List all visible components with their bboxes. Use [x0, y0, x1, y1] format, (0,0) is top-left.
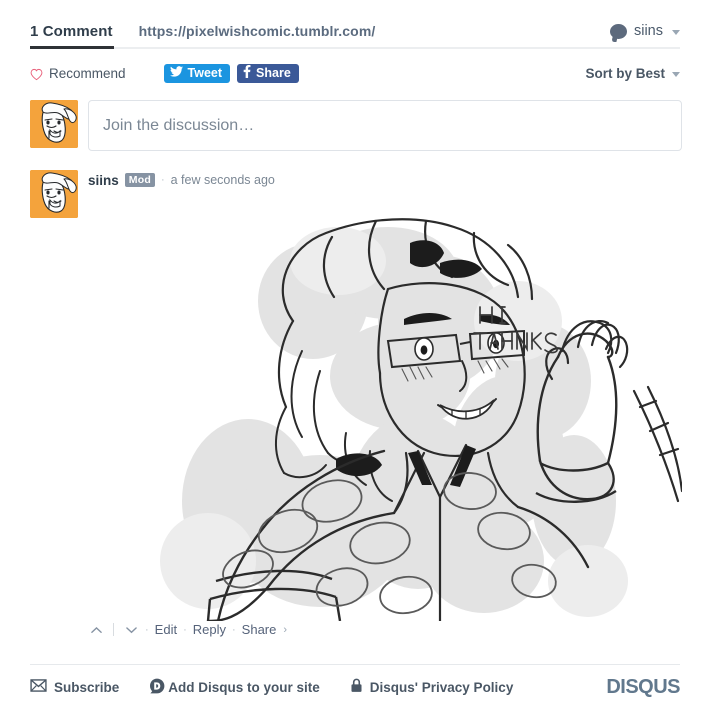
footer-divider — [30, 664, 680, 665]
comment-input-placeholder: Join the discussion… — [103, 116, 255, 134]
disqus-d-icon — [149, 678, 165, 697]
widget-toolbar: Recommend Tweet Share Sort by Best — [30, 60, 680, 86]
action-separator: · — [232, 623, 236, 636]
thread-url-link[interactable]: https://pixelwishcomic.tumblr.com/ — [139, 23, 376, 39]
disqus-logo[interactable]: DISQUS — [606, 676, 680, 699]
account-username: siins — [633, 23, 663, 39]
widget-header: 1 Comment https://pixelwishcomic.tumblr.… — [30, 14, 680, 48]
chevron-down-icon — [672, 29, 680, 35]
padlock-icon — [350, 678, 363, 696]
comment-count-label: 1 Comment — [30, 22, 113, 40]
upvote-button[interactable] — [88, 623, 104, 637]
edit-button[interactable]: Edit — [155, 622, 177, 637]
user-avatar-cartoon — [30, 170, 78, 218]
comment-input[interactable]: Join the discussion… — [88, 100, 682, 151]
vote-divider — [113, 623, 114, 636]
chevron-down-icon — [672, 71, 680, 77]
add-disqus-label: Add Disqus to your site — [168, 679, 320, 695]
privacy-policy-label: Disqus' Privacy Policy — [369, 679, 514, 695]
envelope-icon — [30, 679, 47, 695]
social-share-buttons: Tweet Share — [163, 63, 299, 83]
meta-separator: · — [160, 174, 165, 186]
chevron-right-icon: › — [283, 623, 288, 636]
active-tab-underline — [30, 46, 114, 49]
comment-avatar — [30, 170, 78, 218]
heart-icon — [30, 68, 43, 81]
facebook-share-label: Share — [256, 66, 291, 80]
reply-button[interactable]: Reply — [193, 622, 226, 637]
facebook-share-button[interactable]: Share — [237, 63, 299, 83]
user-avatar-cartoon — [30, 100, 78, 148]
disqus-comment-widget: 1 Comment https://pixelwishcomic.tumblr.… — [0, 0, 710, 716]
comment-metadata: siins Mod · a few seconds ago — [88, 171, 682, 189]
comment-content: siins Mod · a few seconds ago — [88, 170, 682, 621]
comment-actions: · Edit · Reply · Share › — [88, 622, 287, 637]
action-separator: · — [183, 623, 187, 636]
comment-item: siins Mod · a few seconds ago — [30, 170, 682, 621]
share-button[interactable]: Share — [242, 622, 277, 637]
header-divider — [30, 47, 680, 49]
speech-bubble-avatar-icon — [609, 23, 627, 39]
composer-avatar — [30, 100, 78, 148]
status-badge: Mod — [124, 173, 155, 187]
add-disqus-button[interactable]: Add Disqus to your site — [149, 678, 320, 697]
sort-dropdown[interactable]: Sort by Best — [585, 66, 680, 81]
recommend-button[interactable]: Recommend — [30, 66, 126, 81]
tweet-label: Tweet — [187, 66, 223, 80]
comment-composer: Join the discussion… — [30, 100, 682, 152]
comment-timestamp[interactable]: a few seconds ago — [171, 173, 275, 187]
action-separator: · — [145, 623, 149, 636]
facebook-f-icon — [243, 65, 251, 81]
recommend-label: Recommend — [49, 65, 126, 81]
tweet-button[interactable]: Tweet — [163, 63, 231, 83]
privacy-policy-link[interactable]: Disqus' Privacy Policy — [350, 678, 514, 696]
downvote-button[interactable] — [123, 623, 139, 637]
comment-author-name[interactable]: siins — [88, 173, 119, 188]
subscribe-label: Subscribe — [54, 679, 120, 695]
subscribe-button[interactable]: Subscribe — [30, 679, 119, 695]
twitter-bird-icon — [169, 66, 183, 80]
comment-image[interactable] — [88, 201, 682, 621]
account-menu[interactable]: siins — [609, 23, 680, 39]
widget-footer: Subscribe Add Disqus to your site Disqus… — [30, 675, 680, 699]
sort-label: Sort by Best — [585, 65, 665, 81]
